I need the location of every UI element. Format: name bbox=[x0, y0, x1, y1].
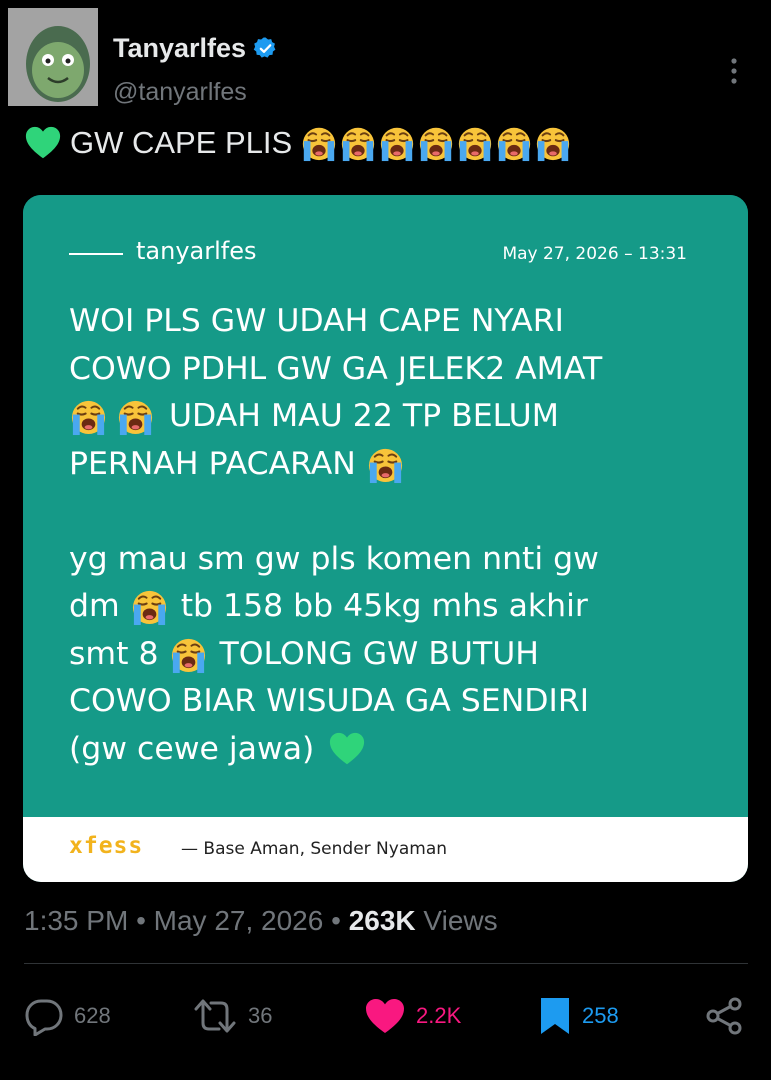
message-line: dm tb 158 bb 45kg mhs akhir bbox=[69, 583, 709, 631]
bookmark-button[interactable]: 258 bbox=[538, 996, 619, 1036]
loudly-crying-face-emoji-icon bbox=[456, 124, 494, 162]
message-line-text: COWO BIAR WISUDA GA SENDIRI bbox=[69, 683, 589, 719]
reply-icon bbox=[25, 999, 63, 1036]
loudly-crying-face-emoji-icon bbox=[300, 124, 338, 162]
card-author: tanyarlfes bbox=[136, 237, 257, 265]
bookmark-count: 258 bbox=[582, 1003, 619, 1028]
tweet-text: GW CAPE PLIS bbox=[24, 124, 572, 162]
repost-button[interactable]: 36 bbox=[192, 996, 272, 1036]
meta-separator: • bbox=[136, 905, 146, 936]
message-line-text: (gw cewe jawa) bbox=[69, 730, 315, 767]
loudly-crying-face-emoji-icon bbox=[378, 124, 416, 162]
message-line-text: tb 158 bb 45kg mhs akhir bbox=[180, 588, 588, 624]
like-count: 2.2K bbox=[416, 1003, 462, 1028]
bookmark-icon bbox=[541, 998, 569, 1034]
loudly-crying-face-emoji-icon bbox=[534, 124, 572, 162]
card-footer: xfess — Base Aman, Sender Nyaman bbox=[23, 817, 748, 882]
message-line-text: TOLONG GW BUTUH bbox=[219, 635, 539, 672]
message-line: (gw cewe jawa) bbox=[69, 726, 709, 774]
message-line: COWO PDHL GW GA JELEK2 AMAT bbox=[69, 346, 709, 394]
loudly-crying-face-emoji-icon bbox=[116, 397, 155, 436]
display-name-text[interactable]: Tanyarlfes bbox=[113, 33, 246, 64]
loudly-crying-face-emoji-icon bbox=[417, 124, 455, 162]
verified-badge-icon bbox=[253, 37, 276, 58]
loudly-crying-face-emoji-icon bbox=[130, 587, 169, 626]
tweet-meta: 1:35 PM • May 27, 2026 • 263K Views bbox=[24, 905, 498, 937]
loudly-crying-face-emoji-icon bbox=[169, 635, 208, 674]
repost-icon bbox=[194, 999, 236, 1033]
meta-separator: • bbox=[331, 905, 341, 936]
card-divider-line bbox=[69, 253, 123, 255]
message-line-text: COWO PDHL GW GA JELEK2 AMAT bbox=[69, 350, 603, 387]
message-line-text: UDAH MAU 22 TP BELUM bbox=[169, 398, 559, 434]
tweet-time[interactable]: 1:35 PM bbox=[24, 905, 128, 936]
loudly-crying-face-emoji-icon bbox=[69, 397, 108, 436]
loudly-crying-face-emoji-icon bbox=[339, 124, 377, 162]
repost-count: 36 bbox=[248, 1003, 273, 1028]
xfess-logo: xfess bbox=[69, 833, 144, 859]
message-line-text: PERNAH PACARAN bbox=[69, 445, 356, 482]
reply-button[interactable]: 628 bbox=[24, 996, 111, 1036]
share-icon bbox=[706, 997, 742, 1035]
author-handle[interactable]: @tanyarlfes bbox=[113, 78, 247, 107]
more-icon[interactable] bbox=[722, 56, 746, 86]
like-button[interactable]: 2.2K bbox=[364, 996, 461, 1036]
message-line-text: WOI PLS GW UDAH CAPE NYARI bbox=[69, 303, 564, 339]
divider bbox=[24, 963, 748, 964]
message-line: COWO BIAR WISUDA GA SENDIRI bbox=[69, 678, 709, 726]
tweet-text-body: GW CAPE PLIS bbox=[70, 125, 293, 160]
message-line: smt 8 TOLONG GW BUTUH bbox=[69, 631, 709, 679]
message-line: PERNAH PACARAN bbox=[69, 441, 709, 489]
views-label: Views bbox=[423, 905, 498, 936]
brand-tagline: — Base Aman, Sender Nyaman bbox=[181, 839, 448, 859]
avatar[interactable] bbox=[8, 8, 98, 106]
crying-emoji-row bbox=[300, 124, 572, 162]
message-line-text: dm bbox=[69, 588, 120, 624]
card-date: May 27, 2026 – 13:31 bbox=[502, 244, 687, 264]
message-line: yg mau sm gw pls komen nnti gw bbox=[69, 536, 709, 584]
tweet-date[interactable]: May 27, 2026 bbox=[154, 905, 324, 936]
message-line: WOI PLS GW UDAH CAPE NYARI bbox=[69, 298, 709, 346]
heart-icon bbox=[366, 999, 404, 1033]
author-display-name[interactable]: Tanyarlfes bbox=[113, 33, 278, 64]
views-count[interactable]: 263K bbox=[349, 905, 416, 936]
reply-count: 628 bbox=[74, 1003, 111, 1028]
message-line-text: yg mau sm gw pls komen nnti gw bbox=[69, 540, 599, 577]
green-heart-emoji-icon bbox=[24, 124, 62, 162]
message-line-text: smt 8 bbox=[69, 635, 159, 672]
loudly-crying-face-emoji-icon bbox=[495, 124, 533, 162]
green-heart-emoji-icon bbox=[328, 730, 366, 768]
message-line: UDAH MAU 22 TP BELUM bbox=[69, 393, 709, 441]
card-body-background: tanyarlfes May 27, 2026 – 13:31 WOI PLS … bbox=[23, 195, 748, 817]
card-message: WOI PLS GW UDAH CAPE NYARI COWO PDHL GW … bbox=[69, 298, 709, 773]
loudly-crying-face-emoji-icon bbox=[366, 445, 405, 484]
media-card[interactable]: tanyarlfes May 27, 2026 – 13:31 WOI PLS … bbox=[23, 195, 748, 882]
share-button[interactable] bbox=[704, 996, 744, 1036]
